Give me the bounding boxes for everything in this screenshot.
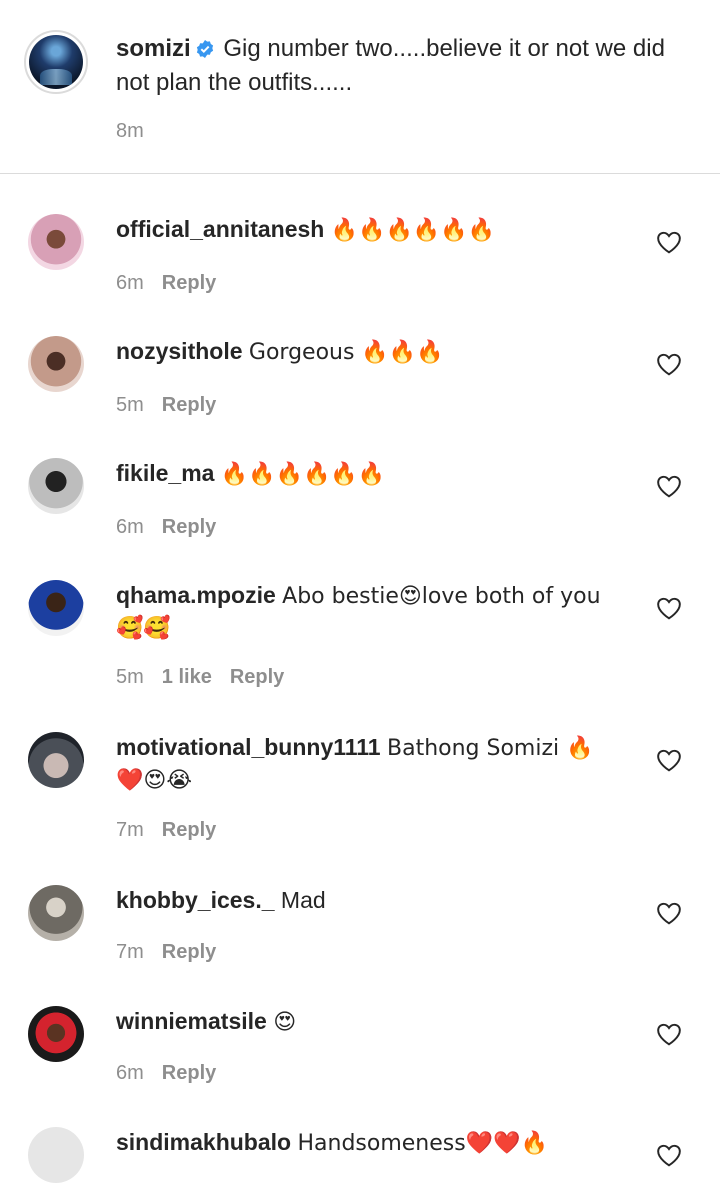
- comment-username[interactable]: fikile_ma: [116, 460, 214, 486]
- heart-outline-icon[interactable]: [656, 748, 682, 772]
- verified-badge-icon: [195, 36, 215, 67]
- comment-text: winniematsile 😍: [116, 1006, 626, 1038]
- commenter-avatar[interactable]: [28, 580, 84, 636]
- comment-meta: 6m Reply: [116, 516, 216, 539]
- commenter-avatar[interactable]: [28, 1006, 84, 1062]
- heart-outline-icon[interactable]: [656, 1022, 682, 1046]
- reply-button[interactable]: Reply: [162, 1062, 216, 1085]
- comment-text: fikile_ma 🔥🔥🔥🔥🔥🔥: [116, 458, 626, 490]
- caption-username[interactable]: somizi: [116, 35, 191, 62]
- caption-avatar[interactable]: [24, 30, 88, 94]
- comment-text: nozysithole Gorgeous 🔥🔥🔥: [116, 336, 626, 368]
- comment-text: qhama.mpozie Abo bestie😍love both of you…: [116, 580, 626, 644]
- reply-button[interactable]: Reply: [230, 666, 284, 689]
- comment-time: 7m: [116, 941, 144, 963]
- caption-text-block: somizi Gig number two.....believe it or …: [116, 33, 696, 98]
- commenter-avatar[interactable]: [28, 885, 84, 941]
- comment-text: official_annitanesh 🔥🔥🔥🔥🔥🔥: [116, 214, 626, 246]
- comment-username[interactable]: khobby_ices._: [116, 887, 275, 913]
- commenter-avatar[interactable]: [28, 732, 84, 788]
- heart-outline-icon[interactable]: [656, 352, 682, 376]
- comment-username[interactable]: sindimakhubalo: [116, 1129, 291, 1155]
- comment-body: 🔥🔥🔥🔥🔥🔥: [330, 218, 496, 243]
- comment-time: 6m: [116, 272, 144, 294]
- comment-username[interactable]: motivational_bunny1111: [116, 734, 381, 760]
- comment-time: 5m: [116, 666, 144, 688]
- comment-meta: 5m Reply: [116, 394, 216, 417]
- commenter-avatar[interactable]: [28, 1127, 84, 1183]
- likes-count[interactable]: 1 like: [162, 666, 212, 689]
- heart-outline-icon[interactable]: [656, 901, 682, 925]
- comment-time: 6m: [116, 516, 144, 538]
- comment-body: Handsomeness❤️❤️🔥: [297, 1131, 548, 1156]
- reply-button[interactable]: Reply: [162, 394, 216, 417]
- comment-body: Gorgeous 🔥🔥🔥: [248, 340, 444, 365]
- reply-button[interactable]: Reply: [162, 819, 216, 842]
- comment-text: motivational_bunny1111 Bathong Somizi 🔥 …: [116, 732, 626, 796]
- comment-text: sindimakhubalo Handsomeness❤️❤️🔥: [116, 1127, 626, 1159]
- comment-meta: 7m Reply: [116, 941, 216, 964]
- heart-outline-icon[interactable]: [656, 1143, 682, 1167]
- comment-meta: 7m Reply: [116, 819, 216, 842]
- heart-outline-icon[interactable]: [656, 474, 682, 498]
- comment-meta: 6m Reply: [116, 1062, 216, 1085]
- reply-button[interactable]: Reply: [162, 516, 216, 539]
- heart-outline-icon[interactable]: [656, 230, 682, 254]
- comment-username[interactable]: official_annitanesh: [116, 216, 324, 242]
- comment-meta: 5m 1 like Reply: [116, 666, 284, 689]
- comment-username[interactable]: qhama.mpozie: [116, 582, 276, 608]
- comment-time: 5m: [116, 394, 144, 416]
- commenter-avatar[interactable]: [28, 336, 84, 392]
- comment-body: Mad: [280, 887, 326, 913]
- post-caption: somizi Gig number two.....believe it or …: [0, 0, 720, 174]
- comment-time: 6m: [116, 1062, 144, 1084]
- divider: [0, 173, 720, 174]
- comment-username[interactable]: winniematsile: [116, 1008, 267, 1034]
- commenter-avatar[interactable]: [28, 458, 84, 514]
- reply-button[interactable]: Reply: [162, 941, 216, 964]
- comment-body: 😍: [273, 1010, 297, 1035]
- commenter-avatar[interactable]: [28, 214, 84, 270]
- reply-button[interactable]: Reply: [162, 272, 216, 295]
- heart-outline-icon[interactable]: [656, 596, 682, 620]
- comment-text: khobby_ices._ Mad: [116, 885, 626, 916]
- comment-username[interactable]: nozysithole: [116, 338, 243, 364]
- comment-body: 🔥🔥🔥🔥🔥🔥: [220, 462, 386, 487]
- comment-time: 7m: [116, 819, 144, 841]
- comment-meta: 6m Reply: [116, 272, 216, 295]
- caption-timestamp: 8m: [116, 120, 144, 142]
